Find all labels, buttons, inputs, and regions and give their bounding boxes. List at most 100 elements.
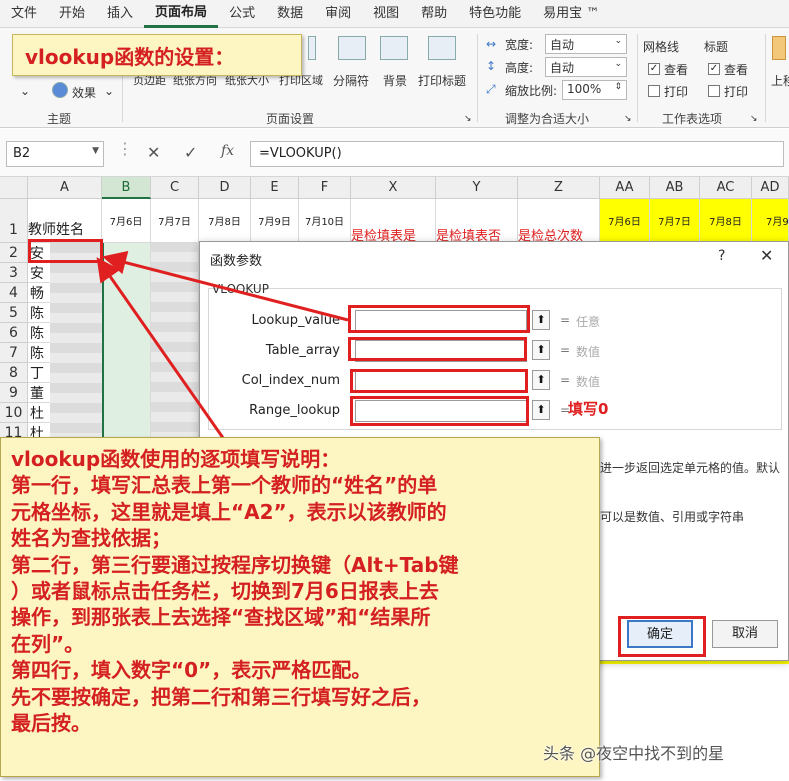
effects-icon[interactable] (52, 82, 68, 98)
effects-button[interactable]: 效果 (72, 84, 96, 101)
header-cell[interactable]: 7月9日 (251, 199, 299, 243)
cancel-button[interactable]: 取消 (712, 620, 778, 648)
selected-column-b[interactable] (102, 243, 151, 443)
menu-formulas[interactable]: 公式 (218, 0, 266, 28)
menu-page-layout[interactable]: 页面布局 (144, 0, 219, 28)
bring-forward-button[interactable]: 上移 (771, 72, 789, 89)
table-array-eq: = (560, 343, 571, 357)
row-header-7[interactable]: 7 (0, 343, 28, 363)
ribbon-divider (637, 34, 638, 122)
breaks-icon (338, 36, 366, 60)
col-header-f[interactable]: F (299, 177, 351, 199)
ribbon-divider (765, 34, 766, 122)
row-header-2[interactable]: 2 (0, 243, 28, 263)
sheet-options-launcher-icon[interactable]: ↘ (750, 114, 758, 124)
col-header-z[interactable]: Z (518, 177, 600, 199)
cancel-icon[interactable]: ✕ (147, 143, 160, 162)
scale-input[interactable]: 100% ⇕ (562, 80, 627, 100)
col-header-c[interactable]: C (151, 177, 199, 199)
menu-easyuse[interactable]: 易用宝 ™ (532, 0, 610, 28)
header-cell[interactable]: 教师姓名 (28, 199, 102, 243)
highlight-a2 (28, 239, 103, 263)
row-header-3[interactable]: 3 (0, 263, 28, 283)
col-header-ab[interactable]: AB (650, 177, 700, 199)
header-cell[interactable]: 是检填表是 (351, 199, 436, 243)
col-header-d[interactable]: D (199, 177, 251, 199)
col-header-x[interactable]: X (351, 177, 436, 199)
table-array-collapse-icon[interactable]: ⬆ (532, 340, 550, 360)
header-cell[interactable]: 7月6日 (102, 199, 151, 243)
col-header-y[interactable]: Y (436, 177, 518, 199)
header-cell[interactable]: 7月8日 (199, 199, 251, 243)
breaks-button[interactable]: 分隔符 (333, 72, 369, 89)
page-setup-launcher-icon[interactable]: ↘ (464, 114, 472, 124)
lookup-value-collapse-icon[interactable]: ⬆ (532, 310, 550, 330)
gridlines-print-checkbox[interactable] (648, 85, 660, 97)
gridlines-view-checkbox[interactable]: ✓ (648, 63, 660, 75)
gridlines-print-label: 打印 (664, 85, 689, 99)
col-header-ad[interactable]: AD (752, 177, 789, 199)
header-cell[interactable]: 7月7日 (650, 199, 700, 243)
row-header-6[interactable]: 6 (0, 323, 28, 343)
headings-print-checkbox[interactable] (708, 85, 720, 97)
col-header-a[interactable]: A (28, 177, 102, 199)
menu-view[interactable]: 视图 (362, 0, 410, 28)
print-titles-button[interactable]: 打印标题 (418, 72, 466, 89)
select-all-corner[interactable] (0, 177, 28, 199)
menu-file[interactable]: 文件 (0, 0, 48, 28)
header-cell[interactable]: 7月7日 (151, 199, 199, 243)
col-index-num-label: Col_index_num (241, 373, 340, 388)
menu-review[interactable]: 审阅 (314, 0, 362, 28)
name-box[interactable]: B2 ▼ (6, 141, 104, 167)
title-callout: vlookup函数的设置： (12, 34, 302, 76)
row-header-5[interactable]: 5 (0, 303, 28, 323)
highlight-ok-button (618, 616, 706, 657)
col-header-aa[interactable]: AA (600, 177, 650, 199)
row-header-9[interactable]: 9 (0, 383, 28, 403)
ribbon-chevron-icon[interactable]: ⌄ (20, 84, 30, 98)
height-select[interactable]: 自动 ⌄ (545, 57, 627, 77)
col-index-num-eq: = (560, 373, 571, 387)
header-cell[interactable]: 是检总次数 (518, 199, 600, 243)
enter-icon[interactable]: ✓ (184, 143, 197, 162)
pixelated-data (151, 243, 199, 443)
range-lookup-collapse-icon[interactable]: ⬆ (532, 400, 550, 420)
formula-input[interactable]: =VLOOKUP() (250, 141, 784, 167)
menu-data[interactable]: 数据 (266, 0, 314, 28)
help-icon[interactable]: ? (718, 248, 725, 264)
col-header-ac[interactable]: AC (700, 177, 752, 199)
col-index-num-collapse-icon[interactable]: ⬆ (532, 370, 550, 390)
header-cell[interactable]: 7月10日 (299, 199, 351, 243)
header-cell[interactable]: 7月6日 (600, 199, 650, 243)
height-label: 高度: (505, 61, 534, 75)
header-cell[interactable]: 是检填表否 (436, 199, 518, 243)
row-header-8[interactable]: 8 (0, 363, 28, 383)
lookup-value-label: Lookup_value (251, 313, 340, 328)
close-icon[interactable]: ✕ (760, 246, 773, 265)
width-select[interactable]: 自动 ⌄ (545, 34, 627, 54)
menu-help[interactable]: 帮助 (410, 0, 458, 28)
scale-icon: ⤢ (486, 82, 496, 96)
menu-special[interactable]: 特色功能 (458, 0, 532, 28)
height-value: 自动 (550, 61, 575, 75)
header-cell[interactable]: 7月8日 (700, 199, 752, 243)
row-header-1[interactable]: 1 (0, 199, 28, 243)
header-cell[interactable]: 7月9 (752, 199, 789, 243)
insert-function-icon[interactable]: fx (221, 143, 234, 159)
highlight-table-array (348, 337, 527, 361)
highlight-range-lookup (350, 396, 529, 426)
effects-dropdown-icon[interactable]: ⌄ (104, 84, 114, 98)
headings-view-checkbox[interactable]: ✓ (708, 63, 720, 75)
row-header-10[interactable]: 10 (0, 403, 28, 423)
width-label: 宽度: (505, 38, 534, 52)
background-button[interactable]: 背景 (383, 72, 407, 89)
highlight-col-index-num (350, 369, 528, 393)
menu-home[interactable]: 开始 (48, 0, 96, 28)
menu-insert[interactable]: 插入 (96, 0, 144, 28)
row-header-4[interactable]: 4 (0, 283, 28, 303)
lookup-value-hint: 任意 (576, 315, 601, 329)
callout-line: 操作，到那张表上去选择“查找区域”和“结果所 (11, 605, 431, 630)
col-header-b[interactable]: B (102, 177, 151, 199)
fit-launcher-icon[interactable]: ↘ (624, 114, 632, 124)
col-header-e[interactable]: E (251, 177, 299, 199)
